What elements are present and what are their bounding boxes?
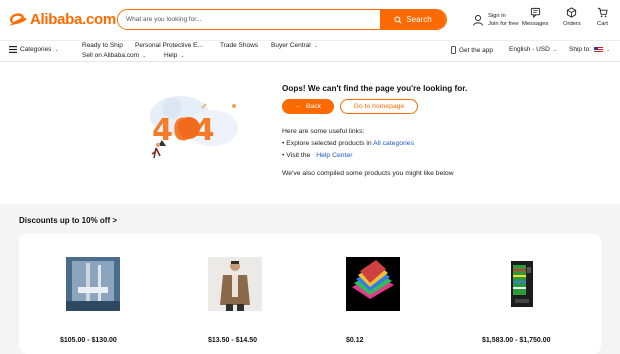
- useful-links: Here are some useful links: • Explore se…: [282, 126, 414, 162]
- messages-button[interactable]: Messages: [522, 7, 548, 33]
- nav-ready-to-ship-label: Ready to Ship: [82, 42, 123, 49]
- menu-icon: [9, 46, 17, 53]
- alibaba-logo[interactable]: Alibaba.com: [9, 10, 116, 28]
- nav-buyer-central[interactable]: Buyer Central ⌄: [271, 42, 318, 49]
- chevron-down-icon: ⌄: [552, 46, 558, 53]
- categories-menu[interactable]: Categories ⌄: [9, 46, 59, 53]
- error-section: 404 Oops! We can't find the page you're …: [0, 62, 620, 204]
- help-center-link[interactable]: Help Center: [316, 152, 352, 159]
- cart-button[interactable]: Cart: [597, 7, 608, 33]
- recommendation-note: We've also compiled some products you mi…: [282, 170, 454, 177]
- chevron-down-icon: ⌄: [180, 52, 185, 59]
- alibaba-logo-icon: [9, 13, 27, 26]
- discounts-section: Discounts up to 10% off > $105.00 - $130…: [0, 204, 620, 354]
- ship-to-label: Ship to:: [569, 46, 592, 53]
- join-free-link[interactable]: Join for free: [488, 20, 519, 28]
- all-categories-link[interactable]: All categories: [373, 140, 414, 147]
- chevron-down-icon: ⌄: [54, 46, 59, 53]
- ship-to-select[interactable]: Ship to: ⌄: [569, 46, 610, 53]
- sign-in-link[interactable]: Sign in: [488, 12, 519, 20]
- user-icon: [473, 15, 483, 26]
- chevron-down-icon: ⌄: [142, 52, 147, 59]
- product-image-shower[interactable]: [66, 257, 120, 311]
- language-currency-select[interactable]: English - USD ⌄: [509, 46, 557, 53]
- get-app-link[interactable]: Get the app: [451, 46, 493, 54]
- chevron-down-icon: ⌄: [606, 46, 611, 53]
- nav-ready-to-ship[interactable]: Ready to Ship: [82, 42, 123, 49]
- nav-sell-on[interactable]: Sell on Alibaba.com ⌄: [82, 52, 146, 59]
- nav-ppe-label: Personal Protective E...: [135, 42, 203, 49]
- nav-sell-on-label: Sell on Alibaba.com: [82, 52, 140, 59]
- chevron-down-icon: ⌄: [313, 42, 318, 49]
- nav-bar: Categories ⌄ Ready to Ship Personal Prot…: [0, 40, 620, 62]
- phone-icon: [451, 46, 456, 54]
- error-title: Oops! We can't find the page you're look…: [282, 84, 468, 93]
- nav-trade-shows[interactable]: Trade Shows: [220, 42, 258, 49]
- product-image-folders[interactable]: [346, 257, 400, 311]
- back-label: Back: [305, 103, 321, 110]
- get-app-label: Get the app: [459, 46, 493, 54]
- nav-ppe[interactable]: Personal Protective E...: [135, 42, 203, 49]
- search-input[interactable]: [118, 10, 380, 29]
- language-label: English - USD: [509, 46, 550, 53]
- arrow-left-icon: ←: [295, 103, 302, 110]
- alibaba-wordmark: Alibaba.com: [30, 10, 116, 28]
- messages-label: Messages: [522, 21, 549, 27]
- visit-prefix: • Visit the: [282, 152, 311, 159]
- back-button[interactable]: ← Back: [282, 99, 334, 114]
- top-header: Alibaba.com Search Sign in Join for free…: [0, 0, 620, 40]
- search-button-label: Search: [406, 15, 432, 24]
- search-bar: Search: [117, 9, 447, 30]
- product-card-row: $105.00 - $130.00 $13.50 - $14.50 $0.12: [19, 234, 601, 354]
- cart-label: Cart: [597, 21, 608, 27]
- nav-buyer-central-label: Buyer Central: [271, 42, 311, 49]
- visit-line: • Visit the Help Center: [282, 150, 414, 162]
- go-to-homepage-button[interactable]: Go to homepage: [340, 99, 418, 114]
- explore-prefix: • Explore selected products in: [282, 140, 372, 147]
- nav-help-label: Help: [164, 52, 178, 59]
- sign-in-area[interactable]: Sign in Join for free: [472, 7, 519, 33]
- product-image-vending-machine[interactable]: [495, 257, 549, 311]
- orders-button[interactable]: Orders: [563, 7, 581, 33]
- explore-line: • Explore selected products in All categ…: [282, 138, 414, 150]
- categories-label: Categories: [20, 46, 52, 53]
- orders-icon: [567, 7, 577, 18]
- search-button[interactable]: Search: [380, 10, 446, 29]
- us-flag-icon: [594, 46, 604, 53]
- 404-illustration: 404: [150, 96, 238, 159]
- cart-icon: [597, 7, 608, 18]
- useful-links-intro: Here are some useful links:: [282, 128, 365, 135]
- search-icon: [394, 15, 402, 24]
- nav-trade-shows-label: Trade Shows: [220, 42, 259, 49]
- nav-help[interactable]: Help ⌄: [164, 52, 185, 59]
- orders-label: Orders: [563, 21, 581, 27]
- message-icon: [530, 7, 540, 18]
- discounts-title[interactable]: Discounts up to 10% off >: [19, 216, 117, 225]
- product-image-jacket[interactable]: [208, 257, 262, 311]
